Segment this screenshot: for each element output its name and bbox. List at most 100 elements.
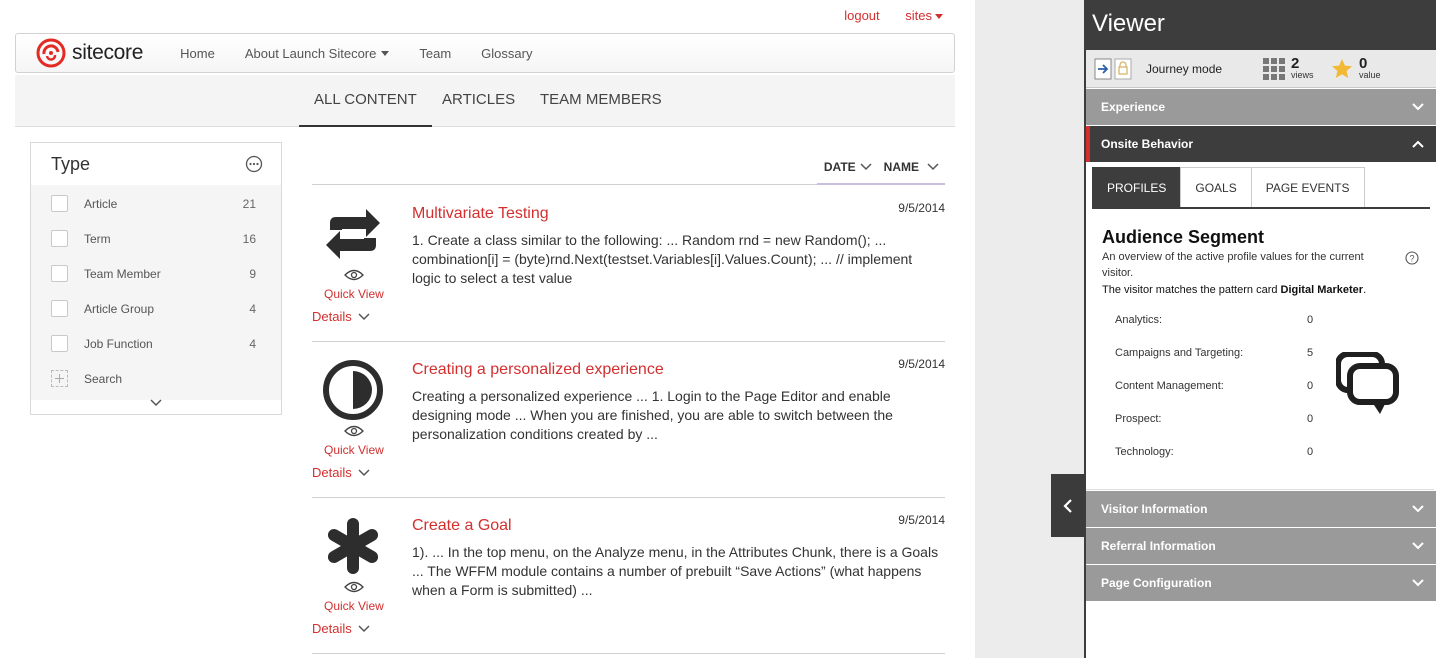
type-filter-item[interactable]: Article 21	[31, 186, 281, 221]
type-filter-panel: Type Article 21 Term 16 Team Member 9 Artic…	[30, 142, 282, 415]
profile-label: Analytics:	[1115, 314, 1163, 326]
grid-icon	[1263, 57, 1285, 80]
type-filter-header: Type	[31, 143, 281, 185]
type-filter-item[interactable]: Article Group 4	[31, 291, 281, 326]
journey-page-icon[interactable]	[1114, 58, 1132, 80]
section-onsite-behavior[interactable]: Onsite Behavior	[1086, 126, 1436, 162]
value-label: value	[1359, 70, 1381, 80]
views-text: 2 views	[1291, 55, 1314, 80]
section-experience-label: Experience	[1101, 100, 1166, 114]
result-title[interactable]: Create a Goal	[412, 517, 512, 535]
nav-team-label: Team	[419, 45, 452, 61]
section-visitor-information[interactable]: Visitor Information	[1086, 491, 1436, 527]
details-label: Details	[312, 621, 352, 636]
section-page-config-label: Page Configuration	[1101, 576, 1212, 590]
tab-team-members[interactable]: TEAM MEMBERS	[525, 75, 677, 127]
journey-entry-icon[interactable]	[1094, 58, 1112, 80]
sites-menu[interactable]: sites	[905, 8, 943, 23]
collapse-viewer-button[interactable]	[1051, 474, 1084, 537]
details-toggle[interactable]: Details	[312, 309, 370, 324]
type-count: 4	[249, 336, 256, 351]
tab-articles[interactable]: ARTICLES	[427, 75, 530, 127]
profile-row: Prospect: 0	[1115, 413, 1315, 425]
nav-about[interactable]: About Launch Sitecore	[245, 46, 390, 61]
audience-segment-title: Audience Segment	[1102, 227, 1265, 247]
experience-viewer-panel: Viewer Journey mode 2 views 0 value Expe…	[1084, 0, 1436, 658]
sort-options: DATE NAME	[817, 150, 945, 185]
eye-icon[interactable]	[344, 581, 364, 593]
nav-home-label: Home	[180, 45, 215, 61]
chevron-down-icon	[1412, 103, 1424, 111]
checkbox[interactable]	[51, 335, 68, 352]
pattern-match-prefix: The visitor matches the pattern card	[1102, 284, 1281, 296]
viewer-title: Viewer	[1086, 0, 1436, 50]
caret-down-icon	[935, 14, 943, 20]
journey-mode-label[interactable]: Journey mode	[1146, 62, 1222, 76]
sort-date[interactable]: DATE	[824, 160, 872, 174]
quick-view-link[interactable]: Quick View	[324, 287, 384, 301]
type-label: Article	[84, 196, 118, 211]
onsite-behavior-body: PROFILES GOALS PAGE EVENTS Audience Segm…	[1086, 162, 1436, 490]
eye-icon[interactable]	[344, 425, 364, 437]
chevron-down-icon	[1412, 542, 1424, 550]
checkbox[interactable]	[51, 230, 68, 247]
type-label: Article Group	[84, 301, 155, 316]
section-referral-information[interactable]: Referral Information	[1086, 528, 1436, 564]
details-toggle[interactable]: Details	[312, 465, 370, 480]
tab-goals[interactable]: GOALS	[1180, 167, 1252, 207]
logout-link[interactable]: logout	[844, 8, 879, 23]
details-toggle[interactable]: Details	[312, 621, 370, 636]
nav-team[interactable]: Team	[419, 46, 451, 61]
content-tabs: ALL CONTENT ARTICLES TEAM MEMBERS	[15, 75, 955, 127]
sitecore-logo[interactable]: sitecore	[36, 38, 143, 68]
profile-label: Content Management:	[1115, 380, 1224, 392]
quick-view-link[interactable]: Quick View	[324, 443, 384, 457]
help-icon[interactable]: ?	[1405, 251, 1419, 265]
divider	[1086, 489, 1434, 490]
profile-row: Technology: 0	[1115, 446, 1315, 458]
tab-page-events[interactable]: PAGE EVENTS	[1250, 167, 1365, 207]
type-filter-item[interactable]: Team Member 9	[31, 256, 281, 291]
chevron-down-icon	[1412, 505, 1424, 513]
result-description: Creating a personalized experience ... 1…	[412, 388, 893, 442]
section-page-configuration[interactable]: Page Configuration	[1086, 565, 1436, 601]
profile-label: Technology:	[1115, 446, 1174, 458]
nav-glossary[interactable]: Glossary	[481, 46, 532, 61]
quick-view-link[interactable]: Quick View	[324, 599, 384, 613]
profile-value: 5	[1307, 347, 1314, 359]
section-onsite-label: Onsite Behavior	[1101, 137, 1194, 151]
tab-profiles[interactable]: PROFILES	[1092, 167, 1182, 207]
section-experience[interactable]: Experience	[1086, 89, 1436, 125]
value-count: 0	[1359, 55, 1368, 72]
result-title[interactable]: Multivariate Testing	[412, 205, 549, 223]
refresh-arrows-icon	[326, 209, 380, 259]
eye-icon[interactable]	[344, 269, 364, 281]
tab-all-content[interactable]: ALL CONTENT	[299, 75, 432, 127]
chevron-up-icon	[1412, 140, 1424, 148]
chevron-down-icon	[1412, 579, 1424, 587]
sort-name[interactable]: NAME	[884, 160, 939, 174]
chevron-down-icon	[358, 468, 370, 476]
checkbox[interactable]	[51, 265, 68, 282]
result-description: 1. Create a class similar to the followi…	[412, 232, 913, 286]
type-search-label: Search	[84, 371, 123, 386]
show-more-toggle[interactable]	[31, 396, 281, 410]
checkbox[interactable]	[51, 300, 68, 317]
nav-home[interactable]: Home	[180, 46, 215, 61]
details-label: Details	[312, 465, 352, 480]
more-options-icon[interactable]	[245, 155, 263, 173]
type-filter-item[interactable]: Term 16	[31, 221, 281, 256]
profile-value: 0	[1307, 314, 1314, 326]
checkbox[interactable]	[51, 195, 68, 212]
svg-text:?: ?	[1409, 254, 1414, 264]
chevron-down-icon	[150, 399, 162, 407]
type-search-row[interactable]: Search	[31, 361, 281, 396]
type-filter-item[interactable]: Job Function 4	[31, 326, 281, 361]
result-title[interactable]: Creating a personalized experience	[412, 361, 664, 379]
result-description: 1). ... In the top menu, on the Analyze …	[412, 544, 939, 598]
views-label: views	[1291, 70, 1314, 80]
type-count: 16	[242, 231, 256, 246]
profile-row: Campaigns and Targeting: 5	[1115, 347, 1315, 359]
views-count: 2	[1291, 55, 1300, 72]
sitecore-logo-icon	[36, 38, 66, 68]
